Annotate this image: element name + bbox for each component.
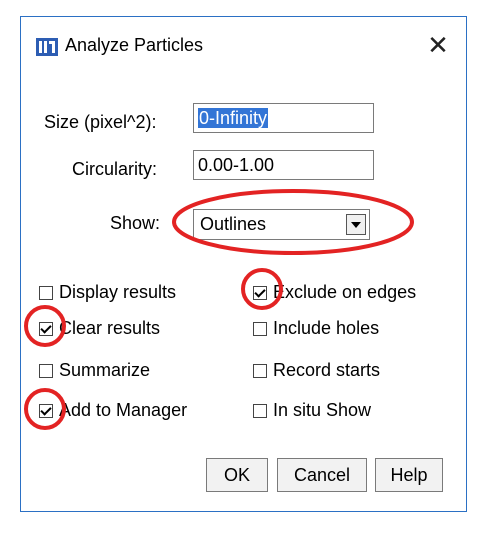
record-starts-checkbox[interactable]: Record starts — [253, 360, 380, 381]
imagej-icon — [36, 38, 58, 56]
add-to-manager-label: Add to Manager — [59, 400, 188, 420]
add-to-manager-box[interactable] — [39, 403, 53, 418]
window-title: Analyze Particles — [65, 35, 204, 55]
summarize-label: Summarize — [59, 360, 151, 380]
close-icon[interactable]: ✕ — [424, 31, 452, 59]
summarize-checkbox[interactable]: Summarize — [39, 360, 150, 381]
include-holes-checkbox[interactable]: Include holes — [253, 318, 379, 339]
clear-results-checkbox[interactable]: Clear results — [39, 318, 160, 339]
exclude-on-edges-box[interactable] — [253, 285, 267, 300]
show-value: Outlines — [200, 214, 267, 234]
circularity-value: 0.00-1.00 — [198, 155, 275, 175]
display-results-box[interactable] — [39, 285, 53, 300]
display-results-checkbox[interactable]: Display results — [39, 282, 176, 303]
include-holes-label: Include holes — [273, 318, 380, 338]
show-dropdown[interactable]: Outlines — [193, 209, 370, 240]
size-input[interactable]: 0-Infinity — [193, 103, 374, 133]
clear-results-label: Clear results — [59, 318, 161, 338]
circularity-input[interactable]: 0.00-1.00 — [193, 150, 374, 180]
display-results-label: Display results — [59, 282, 177, 302]
size-value: 0-Infinity — [198, 108, 269, 128]
add-to-manager-checkbox[interactable]: Add to Manager — [39, 400, 187, 421]
record-starts-box[interactable] — [253, 363, 267, 378]
show-label: Show: — [110, 213, 161, 233]
title-bar: Analyze Particles ✕ — [21, 17, 466, 75]
exclude-on-edges-label: Exclude on edges — [273, 282, 417, 302]
summarize-box[interactable] — [39, 363, 53, 378]
cancel-button[interactable]: Cancel — [277, 458, 367, 492]
dialog-window: Analyze Particles ✕ Size (pixel^2): 0-In… — [20, 16, 467, 512]
chevron-down-icon[interactable] — [346, 214, 366, 235]
in-situ-show-checkbox[interactable]: In situ Show — [253, 400, 371, 421]
record-starts-label: Record starts — [273, 360, 381, 380]
in-situ-show-label: In situ Show — [273, 400, 372, 420]
ok-button[interactable]: OK — [206, 458, 268, 492]
size-label: Size (pixel^2): — [44, 112, 157, 132]
circularity-label: Circularity: — [72, 159, 158, 179]
exclude-on-edges-checkbox[interactable]: Exclude on edges — [253, 282, 416, 303]
clear-results-box[interactable] — [39, 321, 53, 336]
include-holes-box[interactable] — [253, 321, 267, 336]
in-situ-show-box[interactable] — [253, 403, 267, 418]
help-button[interactable]: Help — [375, 458, 443, 492]
